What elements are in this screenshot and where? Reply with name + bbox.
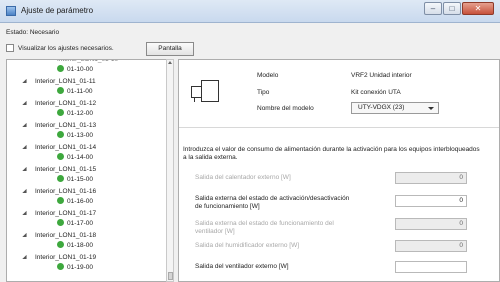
check-circle-icon [57,87,64,94]
check-circle-icon [57,153,64,160]
tree-item-01-13[interactable]: Interior_LON1_01-13 [22,121,96,130]
show-required-checkbox[interactable] [6,44,14,52]
tree-item-01-15[interactable]: Interior_LON1_01-15 [22,165,96,174]
tipo-label: Tipo [257,89,270,96]
scroll-thumb[interactable] [168,272,173,280]
expand-triangle-icon[interactable] [22,232,29,240]
param-label-ventilador-externo: Salida del ventilador externo [W] [195,263,289,270]
nombre-modelo-value: UTY-VDGX (23) [358,104,405,111]
tree-item-01-17[interactable]: Interior_LON1_01-17 [22,209,96,218]
tree-status-01-14[interactable]: 01-14-00 [57,153,93,162]
close-button[interactable]: ✕ [462,2,494,15]
tree-status-01-17[interactable]: 01-17-00 [57,219,93,228]
show-required-checkbox-row[interactable]: Visualizar los ajustes necesarios. [6,44,114,52]
nombre-modelo-select[interactable]: UTY-VDGX (23) [351,102,439,114]
estado-label: Estado: Necesario [6,29,60,36]
expand-triangle-icon[interactable] [22,210,29,218]
tree-status-01-16[interactable]: 01-16-00 [57,197,93,206]
nombre-modelo-label: Nombre del modelo [257,105,314,112]
titlebar: Ajuste de parámetro – □ ✕ [0,0,500,23]
modelo-value: VRF2 Unidad interior [351,72,412,79]
window-title: Ajuste de parámetro [21,6,94,15]
expand-triangle-icon[interactable] [22,78,29,86]
air-handler-kit-icon [191,80,219,102]
check-circle-icon [57,131,64,138]
tree-item-01-11[interactable]: Interior_LON1_01-11 [22,77,96,86]
check-circle-icon [57,175,64,182]
tree-item-01-16[interactable]: Interior_LON1_01-16 [22,187,96,196]
modelo-label: Modelo [257,72,279,79]
show-required-label: Visualizar los ajustes necesarios. [18,44,114,52]
param-input-ventilador-externo[interactable] [395,261,467,273]
param-label-humidificador: Salida del humidificador externo [W] [195,242,300,249]
tree-status-01-19[interactable]: 01-19-00 [57,263,93,272]
check-circle-icon [57,197,64,204]
expand-triangle-icon[interactable] [22,144,29,152]
tree-status-01-11[interactable]: 01-11-00 [57,87,93,96]
expand-triangle-icon[interactable] [22,122,29,130]
maximize-button[interactable]: □ [443,2,461,15]
tipo-value: Kit conexión UTA [351,89,401,96]
details-panel: Modelo VRF2 Unidad interior Tipo Kit con… [178,59,500,282]
expand-triangle-icon[interactable] [22,166,29,174]
tree-item-01-14[interactable]: Interior_LON1_01-14 [22,143,96,152]
window-body: Estado: Necesario Visualizar los ajustes… [0,23,500,282]
divider [179,127,499,128]
window-controls: – □ ✕ [423,2,494,15]
tree-status-01-18[interactable]: 01-18-00 [57,241,93,250]
check-circle-icon [57,241,64,248]
scroll-up-icon[interactable] [168,61,172,64]
param-input-calentador[interactable]: 0 [395,172,467,184]
pantalla-button[interactable]: Pantalla [146,42,194,56]
minimize-button[interactable]: – [424,2,442,15]
param-label-ventilador-estado: Salida externa del estado de funcionamie… [195,220,334,235]
param-label-calentador: Salida del calentador externo [W] [195,174,291,181]
tree-scrollbar[interactable] [166,59,174,282]
tree-item-01-18[interactable]: Interior_LON1_01-18 [22,231,96,240]
expand-triangle-icon[interactable] [22,188,29,196]
tree-item-01-12[interactable]: Interior_LON1_01-12 [22,99,96,108]
param-input-ventilador-estado[interactable]: 0 [395,218,467,230]
minimize-icon: – [430,4,436,13]
check-circle-icon [57,219,64,226]
tree-status-01-15[interactable]: 01-15-00 [57,175,93,184]
close-icon: ✕ [474,4,482,13]
tree-status-01-10[interactable]: 01-10-00 [57,65,93,74]
tree-status-01-13[interactable]: 01-13-00 [57,131,93,140]
tree-item-01-19[interactable]: Interior_LON1_01-19 [22,253,96,262]
tree-item-partial: Interior_LON1_01-10 [57,59,119,63]
check-circle-icon [57,109,64,116]
param-input-humidificador[interactable]: 0 [395,240,467,252]
expand-triangle-icon[interactable] [22,254,29,262]
app-window-icon [6,6,16,16]
device-tree[interactable]: Interior_LON1_01-10 01-10-00 Interior_LO… [6,59,174,282]
check-circle-icon [57,65,64,72]
expand-triangle-icon[interactable] [22,100,29,108]
maximize-icon: □ [449,4,455,13]
tree-status-01-12[interactable]: 01-12-00 [57,109,93,118]
intro-text: Introduzca el valor de consumo de alimen… [183,146,480,161]
chevron-down-icon [428,107,434,110]
param-label-activacion: Salida externa del estado de activación/… [195,195,350,210]
param-input-activacion[interactable]: 0 [395,195,467,207]
check-circle-icon [57,263,64,270]
